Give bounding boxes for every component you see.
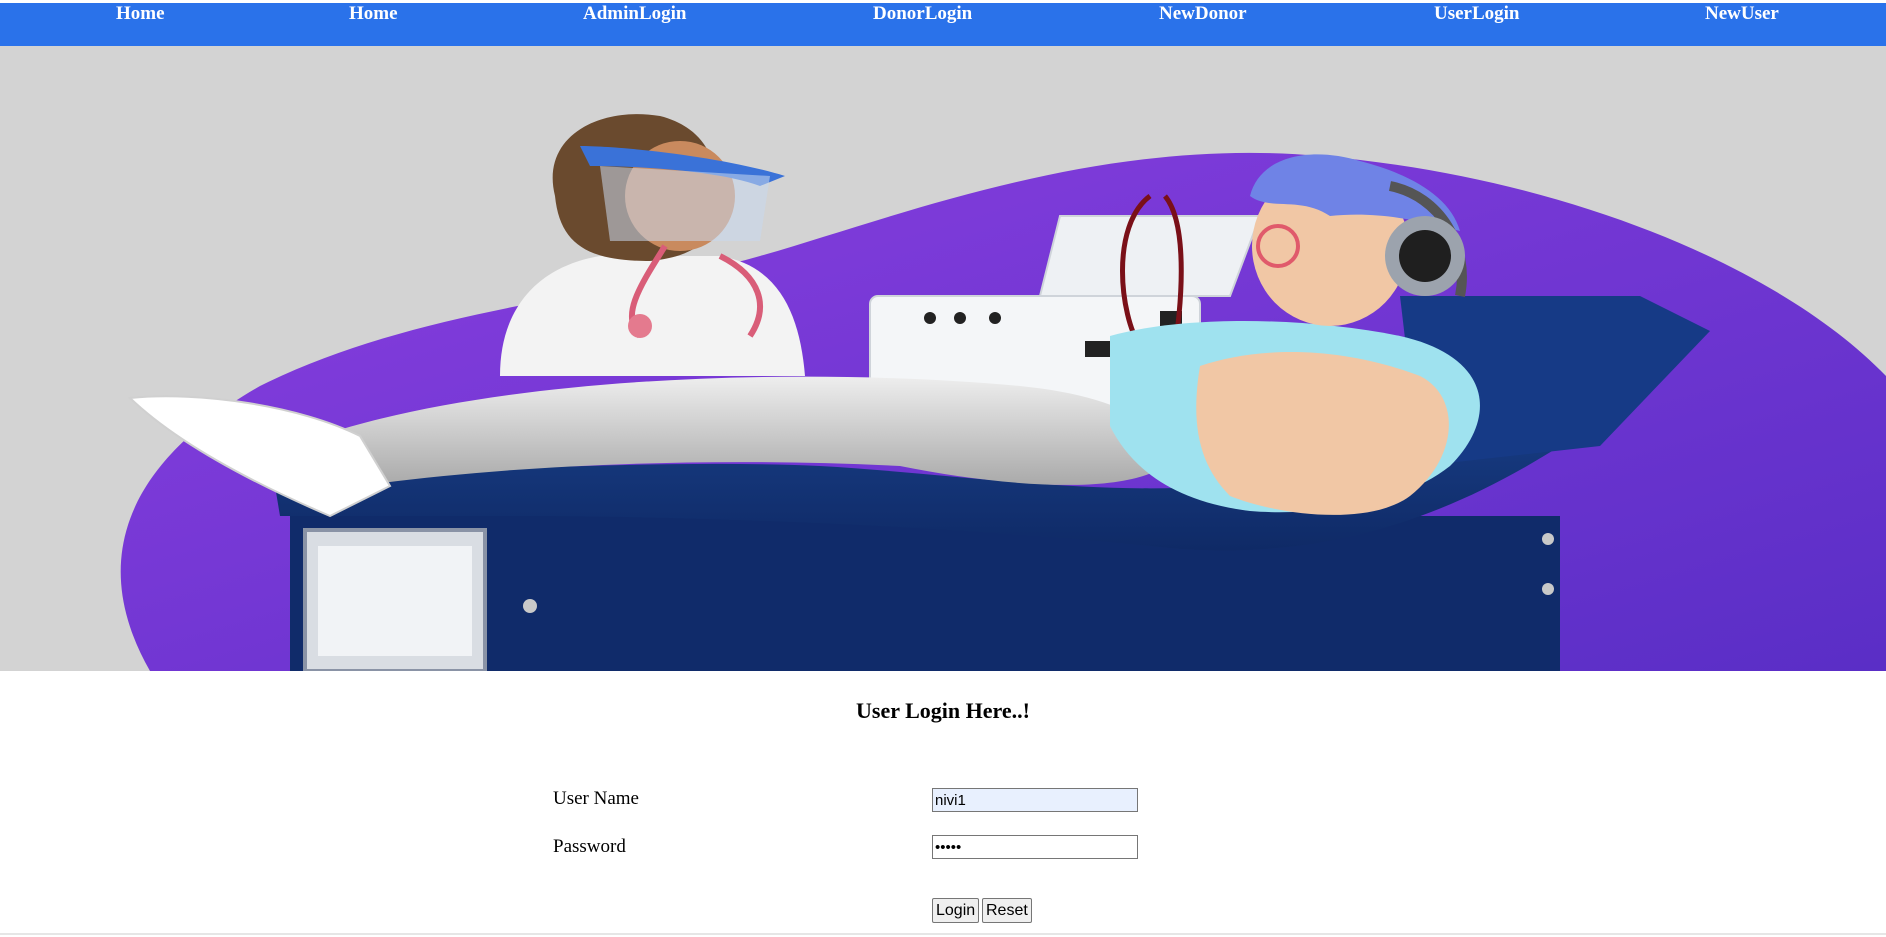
- password-input[interactable]: [932, 835, 1138, 859]
- top-navbar: Home Home AdminLogin DonorLogin NewDonor…: [0, 3, 1886, 46]
- nav-donor-login[interactable]: DonorLogin: [873, 3, 972, 25]
- hero-banner-image: [0, 46, 1886, 671]
- username-input[interactable]: [932, 788, 1138, 812]
- blood-donation-illustration: [120, 114, 1886, 671]
- nav-new-user[interactable]: NewUser: [1705, 3, 1779, 25]
- login-button[interactable]: Login: [932, 898, 980, 923]
- nav-admin-login[interactable]: AdminLogin: [583, 3, 686, 25]
- reset-button[interactable]: Reset: [982, 898, 1032, 923]
- nav-home-2[interactable]: Home: [349, 3, 398, 25]
- login-title: User Login Here..!: [856, 698, 1030, 723]
- nav-new-donor[interactable]: NewDonor: [1159, 3, 1247, 25]
- nav-user-login[interactable]: UserLogin: [1434, 3, 1520, 25]
- bottom-divider: [0, 933, 1886, 935]
- username-label: User Name: [553, 788, 639, 809]
- nav-home-1[interactable]: Home: [116, 3, 165, 25]
- password-label: Password: [553, 836, 626, 857]
